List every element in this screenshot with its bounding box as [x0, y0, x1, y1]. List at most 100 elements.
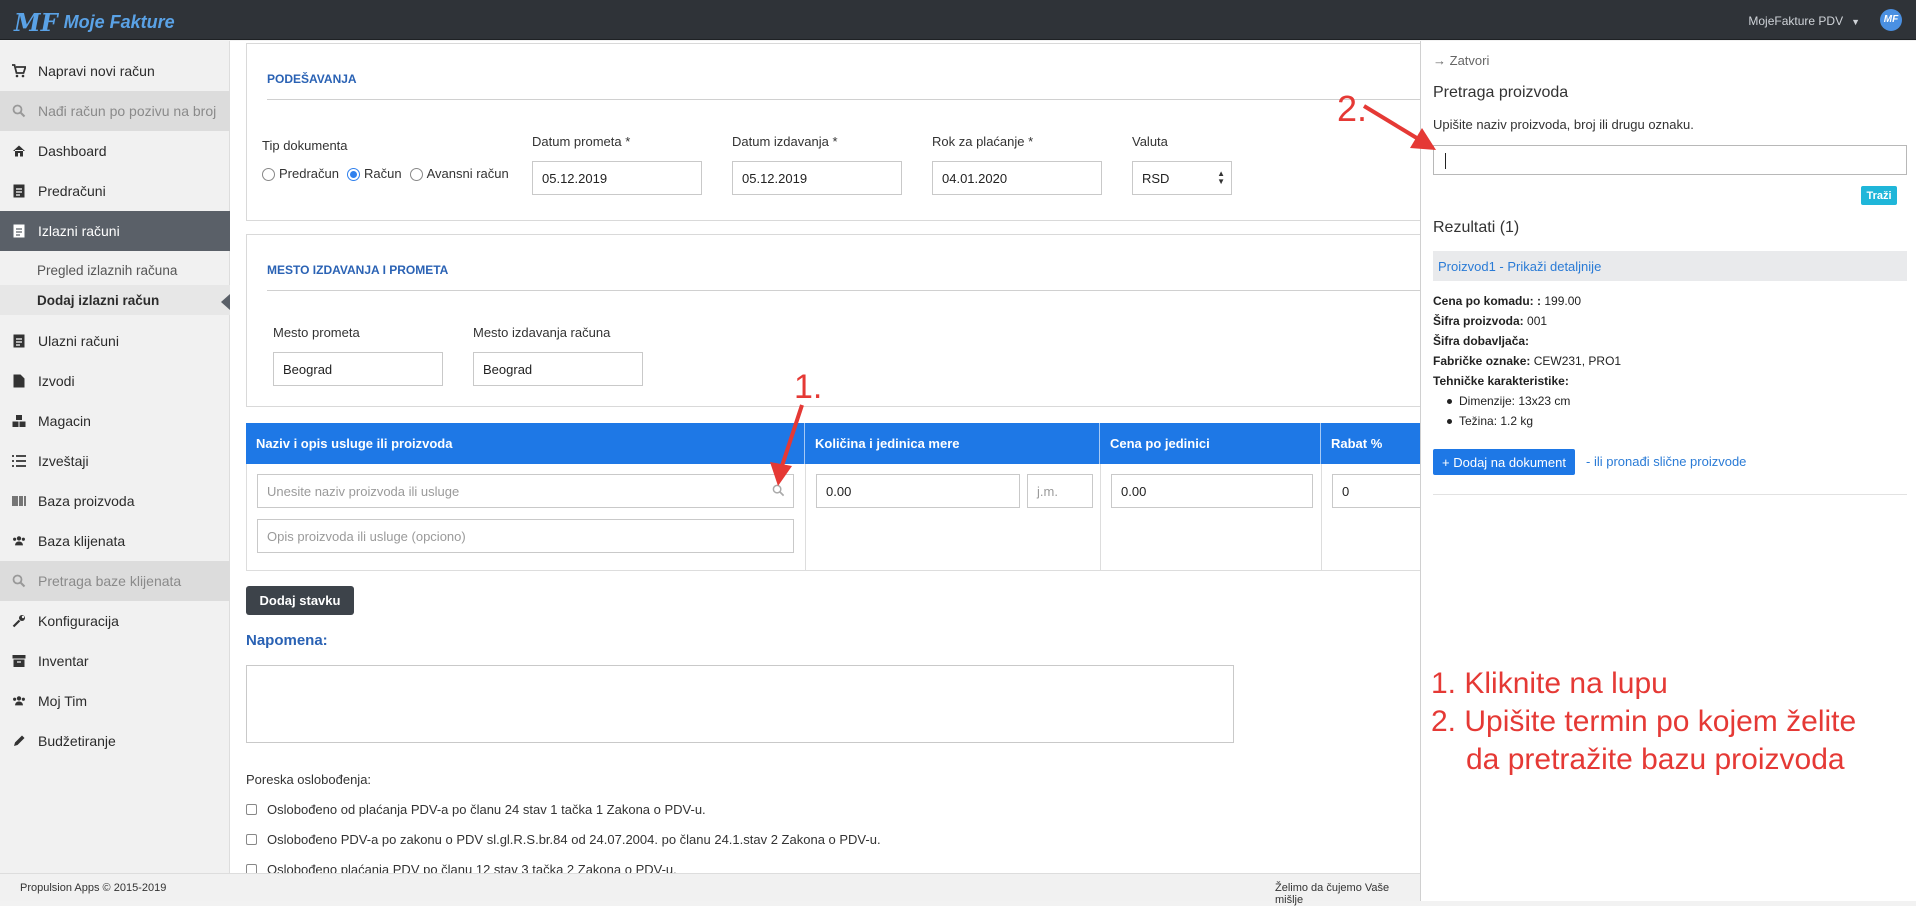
sidebar-item-label: Napravi novi račun — [38, 63, 155, 79]
sidebar-item-moj-tim[interactable]: Moj Tim — [0, 681, 230, 721]
sidebar-item-ulazni-racuni[interactable]: Ulazni računi — [0, 321, 230, 361]
spec-item: Dimenzije: 13x23 cm — [1446, 394, 1571, 408]
footer-feedback[interactable]: Želimo da čujemo Vaše mišlje — [1275, 882, 1420, 906]
annotation-arrow-2 — [1362, 104, 1436, 150]
rok-input[interactable]: 04.01.2020 — [932, 161, 1102, 195]
pencil-icon — [12, 734, 26, 748]
tax-exemption-option[interactable]: Oslobođeno PDV-a po zakonu o PDV sl.gl.R… — [246, 832, 881, 847]
datum-prometa-input[interactable]: 05.12.2019 — [532, 161, 702, 195]
radio-racun[interactable]: Račun — [346, 166, 402, 182]
mesto-prometa-input[interactable]: Beograd — [273, 352, 443, 386]
top-bar: MF Moje Fakture MojeFakture PDV ▼ MF — [0, 0, 1916, 40]
sidebar-item-label: Baza klijenata — [38, 533, 126, 549]
radio-circle — [262, 168, 275, 182]
detail-label: Tehničke karakteristike: — [1433, 374, 1569, 388]
doc-type-group: Predračun Račun Avansni račun — [262, 166, 509, 182]
document-icon — [12, 334, 26, 348]
valuta-select[interactable]: RSD ▲ ▼ — [1132, 161, 1232, 195]
search-hint: Upišite naziv proizvoda, broj ili drugu … — [1433, 117, 1694, 132]
active-indicator — [221, 294, 230, 310]
sidebar-item-budzetiranje[interactable]: Budžetiranje — [0, 721, 230, 761]
sidebar: Napravi novi račun Nađi račun po pozivu … — [0, 41, 230, 873]
footer-copyright: Propulsion Apps © 2015-2019 — [20, 882, 167, 894]
search-icon — [12, 104, 26, 118]
tax-exemptions-label: Poreska oslobođenja: — [246, 772, 372, 787]
detail-row: Tehničke karakteristike: — [1433, 374, 1569, 388]
users-icon — [12, 534, 26, 548]
sidebar-item-dashboard[interactable]: Dashboard — [0, 131, 230, 171]
sidebar-item-label: Izvodi — [38, 373, 75, 389]
sidebar-item-konfiguracija[interactable]: Konfiguracija — [0, 601, 230, 641]
sidebar-subitem-pregled[interactable]: Pregled izlaznih računa — [0, 255, 230, 285]
account-menu[interactable]: MojeFakture PDV ▼ — [1748, 14, 1860, 28]
logo-mark: MF — [14, 8, 58, 37]
sidebar-item-predracuni[interactable]: Predračuni — [0, 171, 230, 211]
sidebar-item-magacin[interactable]: Magacin — [0, 401, 230, 441]
sidebar-item-inventar[interactable]: Inventar — [0, 641, 230, 681]
sidebar-item-baza-klijenata[interactable]: Baza klijenata — [0, 521, 230, 561]
tax-exemption-option[interactable]: Oslobođeno od plaćanja PDV-a po članu 24… — [246, 802, 706, 817]
radio-circle — [409, 168, 423, 182]
datum-izdavanja-input[interactable]: 05.12.2019 — [732, 161, 902, 195]
app-logo[interactable]: MF Moje Fakture — [14, 8, 175, 37]
tax-exemption-text: Oslobođeno od plaćanja PDV-a po članu 24… — [267, 802, 706, 817]
add-to-document-button[interactable]: + Dodaj na dokument — [1433, 449, 1575, 475]
text-cursor — [1445, 153, 1446, 169]
result-product-link[interactable]: Proizvod1 - Prikaži detaljnije — [1433, 251, 1907, 281]
detail-value: CEW231, PRO1 — [1530, 354, 1622, 368]
document-icon — [12, 224, 26, 238]
sidebar-item-pretraga-klijenata[interactable]: Pretraga baze klijenata — [0, 561, 230, 601]
sidebar-item-find-invoice[interactable]: Nađi račun po pozivu na broj — [0, 91, 230, 131]
detail-row: Fabričke oznake: CEW231, PRO1 — [1433, 354, 1621, 368]
sidebar-item-label: Budžetiranje — [38, 733, 116, 749]
spec-item: Težina: 1.2 kg — [1446, 414, 1534, 428]
product-name-placeholder: Unesite naziv proizvoda ili usluge — [267, 483, 460, 499]
checkbox[interactable] — [246, 804, 257, 815]
product-name-input[interactable]: Unesite naziv proizvoda ili usluge — [257, 474, 794, 508]
detail-label: Fabričke oznake: — [1433, 354, 1531, 368]
col-header-name: Naziv i opis usluge ili proizvoda — [256, 436, 453, 451]
note-textarea[interactable] — [246, 665, 1234, 743]
sidebar-item-label: Baza proizvoda — [38, 493, 135, 509]
product-search-input[interactable] — [1433, 145, 1907, 175]
unit-price-input[interactable]: 0.00 — [1111, 474, 1313, 508]
product-description-input[interactable]: Opis proizvoda ili usluge (opciono) — [257, 519, 794, 553]
sidebar-item-izvodi[interactable]: Izvodi — [0, 361, 230, 401]
chevron-down-icon: ▼ — [1851, 17, 1860, 27]
sidebar-item-izlazni-racuni[interactable]: Izlazni računi — [0, 211, 230, 251]
annotation-instruction-2: 2. Upišite termin po kojem želite — [1431, 705, 1857, 738]
sidebar-item-new-invoice[interactable]: Napravi novi račun — [0, 51, 230, 91]
search-button[interactable]: Traži — [1861, 186, 1897, 205]
radio-predracun[interactable]: Predračun — [262, 166, 339, 182]
sidebar-subitem-dodaj[interactable]: Dodaj izlazni račun — [0, 285, 230, 315]
find-similar-link[interactable]: - ili pronađi slične proizvode — [1586, 454, 1746, 469]
tax-exemption-text: Oslobođeno PDV-a po zakonu o PDV sl.gl.R… — [267, 832, 881, 847]
avatar[interactable]: MF — [1880, 9, 1902, 31]
account-name: MojeFakture PDV — [1748, 14, 1844, 28]
sidebar-item-baza-proizvoda[interactable]: Baza proizvoda — [0, 481, 230, 521]
detail-row: Šifra dobavljača: — [1433, 334, 1529, 348]
sidebar-item-label: Inventar — [38, 653, 89, 669]
sidebar-item-label: Predračuni — [38, 183, 106, 199]
search-icon — [12, 574, 26, 588]
datum-izdavanja-label: Datum izdavanja * — [732, 134, 838, 149]
radio-label: Avansni račun — [426, 166, 509, 181]
col-header-price: Cena po jedinici — [1110, 436, 1210, 451]
col-header-qty: Količina i jedinica mere — [815, 436, 960, 451]
radio-avansni[interactable]: Avansni račun — [409, 166, 509, 182]
location-title: MESTO IZDAVANJA I PROMETA — [267, 263, 449, 277]
arrow-right-icon: → — [1433, 53, 1446, 68]
rabat-input[interactable]: 0 — [1332, 474, 1432, 508]
users-icon — [12, 694, 26, 708]
mesto-izdavanja-input[interactable]: Beograd — [473, 352, 643, 386]
checkbox[interactable] — [246, 834, 257, 845]
cubes-icon — [12, 414, 26, 428]
datum-prometa-label: Datum prometa * — [532, 134, 631, 149]
add-item-button[interactable]: Dodaj stavku — [246, 586, 354, 615]
quantity-input[interactable]: 0.00 — [816, 474, 1020, 508]
close-panel-link[interactable]: → Zatvori — [1433, 53, 1489, 68]
unit-input[interactable]: j.m. — [1027, 474, 1093, 508]
sidebar-item-label: Pretraga baze klijenata — [38, 573, 182, 589]
archive-icon — [12, 654, 26, 668]
sidebar-item-izvestaji[interactable]: Izveštaji — [0, 441, 230, 481]
